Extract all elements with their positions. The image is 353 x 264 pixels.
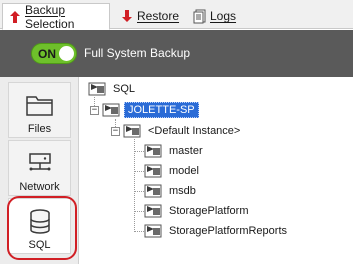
collapse-icon[interactable]: −	[90, 105, 99, 115]
tree-node-server[interactable]: − JOLETTE-SP	[90, 101, 199, 119]
flag-icon	[144, 204, 162, 218]
tree-node-database[interactable]: msdb	[144, 182, 199, 200]
full-backup-toggle[interactable]: ON	[31, 43, 77, 64]
tree-node-database[interactable]: model	[144, 162, 202, 180]
logs-icon	[192, 8, 206, 24]
sql-tree: SQL − JOLETTE-SP − <Default Instance> ma…	[80, 77, 353, 264]
flag-icon	[144, 184, 162, 198]
tree-node-instance[interactable]: − <Default Instance>	[111, 122, 243, 140]
tab-bar: Backup Selection Restore Logs	[0, 0, 353, 31]
tree-node-label: master	[169, 145, 203, 157]
tab-label: Logs	[210, 9, 237, 23]
tree-node-label: JOLETTE-SP	[124, 102, 199, 118]
tree-connector	[134, 231, 144, 232]
flag-icon	[88, 82, 106, 96]
full-backup-label: Full System Backup	[84, 46, 191, 60]
tab-label: Backup Selection	[25, 2, 75, 31]
tree-node-database[interactable]: StoragePlatform	[144, 202, 251, 220]
toggle-knob	[59, 46, 74, 61]
source-sidebar: Files Network SQL	[0, 77, 79, 264]
tree-node-label: StoragePlatformReports	[169, 225, 287, 237]
folder-icon	[9, 93, 70, 119]
tree-node-label: msdb	[169, 185, 196, 197]
tree-node-label: <Default Instance>	[148, 125, 241, 137]
tree-node-label: model	[169, 165, 199, 177]
database-icon	[9, 209, 70, 235]
toggle-state-text: ON	[38, 47, 56, 61]
tree-connector	[134, 139, 135, 232]
flag-icon	[102, 103, 120, 117]
flag-icon	[144, 224, 162, 238]
tree-node-database[interactable]: StoragePlatformReports	[144, 222, 290, 240]
sidebar-item-label: Network	[19, 181, 60, 193]
tree-node-root[interactable]: SQL	[88, 80, 138, 98]
tree-connector	[134, 151, 144, 152]
network-icon	[9, 151, 70, 177]
tree-node-label: SQL	[113, 83, 136, 95]
tree-node-label: StoragePlatform	[169, 205, 249, 217]
tab-label: Restore	[137, 9, 180, 23]
sidebar-item-sql[interactable]: SQL	[8, 198, 71, 254]
flag-icon	[144, 164, 162, 178]
tab-backup-selection[interactable]: Backup Selection	[2, 2, 110, 31]
backup-mode-band: ON Full System Backup	[0, 30, 353, 77]
flag-icon	[123, 124, 141, 138]
sidebar-item-label: Files	[27, 123, 52, 135]
flag-icon	[144, 144, 162, 158]
tab-logs[interactable]: Logs	[186, 3, 244, 29]
sidebar-item-files[interactable]: Files	[8, 82, 71, 138]
arrow-up-icon	[9, 9, 21, 25]
tree-connector	[134, 171, 144, 172]
collapse-icon[interactable]: −	[111, 126, 120, 136]
tab-restore[interactable]: Restore	[115, 3, 185, 29]
arrow-down-icon	[121, 8, 133, 24]
sidebar-item-network[interactable]: Network	[8, 140, 71, 196]
sidebar-item-label: SQL	[28, 239, 51, 251]
tree-connector	[134, 211, 144, 212]
tree-node-database[interactable]: master	[144, 142, 206, 160]
tree-connector	[134, 191, 144, 192]
